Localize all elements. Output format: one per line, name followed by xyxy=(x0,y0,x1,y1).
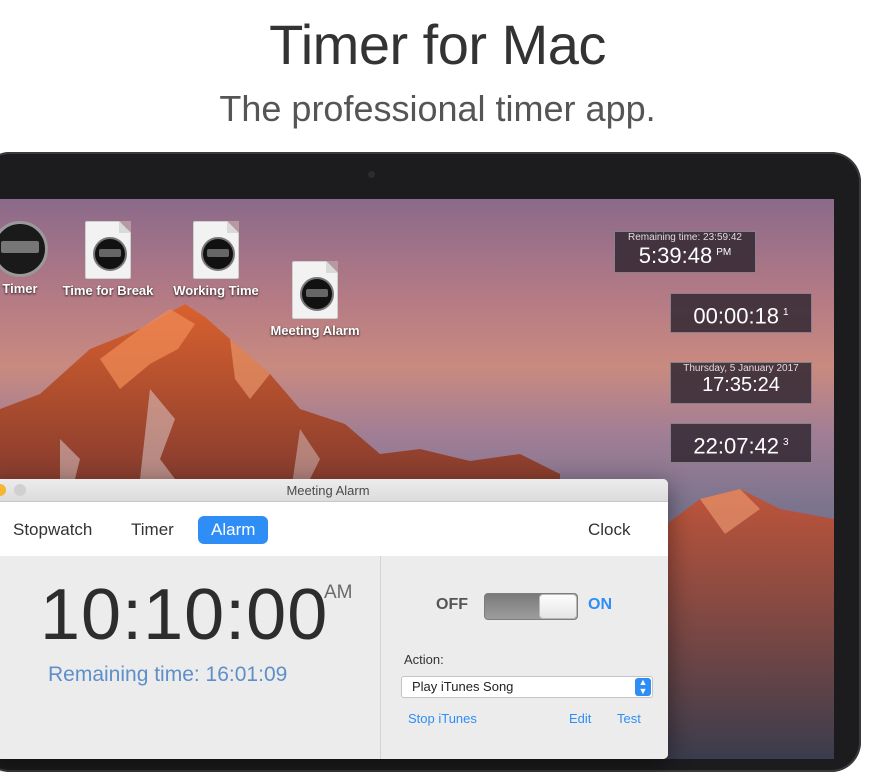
page-title: Timer for Mac xyxy=(269,13,606,76)
timer-suffix: 3 xyxy=(783,437,789,448)
floating-timer-clock[interactable]: Thursday, 5 January 2017 17:35:24 xyxy=(670,362,812,404)
desktop-icon-label: Meeting Alarm xyxy=(270,323,360,338)
remaining-time: Remaining time: 16:01:09 xyxy=(48,663,288,686)
toggle-off-label: OFF xyxy=(436,596,468,613)
alarm-toggle[interactable] xyxy=(484,593,578,620)
toggle-knob[interactable] xyxy=(539,594,577,619)
tab-alarm[interactable]: Alarm xyxy=(198,516,269,544)
timer-time: 00:00:18 xyxy=(693,303,780,329)
camera-icon xyxy=(368,171,375,178)
tab-stopwatch[interactable]: Stopwatch xyxy=(0,516,105,544)
window-title: Meeting Alarm xyxy=(286,483,370,498)
tab-clock[interactable]: Clock xyxy=(575,516,644,544)
edit-link[interactable]: Edit xyxy=(569,711,591,726)
window-titlebar: Meeting Alarm xyxy=(0,479,668,502)
timer-caption: Remaining time: 23:59:42 xyxy=(628,232,742,243)
stop-itunes-link[interactable]: Stop iTunes xyxy=(408,711,477,726)
floating-timer-countdown[interactable]: Remaining time: 23:59:42 5:39:48 PM xyxy=(614,231,756,273)
desktop-icon-label: Working Time xyxy=(173,283,259,298)
app-window: Meeting Alarm Stopwatch Timer Alarm Cloc… xyxy=(0,479,668,759)
desktop-icon-label: Time for Break xyxy=(62,283,154,298)
timer-time: 22:07:42 xyxy=(693,433,780,459)
timer-time: 17:35:24 xyxy=(702,374,780,396)
action-select[interactable]: Play iTunes Song ▲ ▼ xyxy=(401,676,653,698)
test-link[interactable]: Test xyxy=(617,711,641,726)
action-select-value: Play iTunes Song xyxy=(412,679,514,694)
document-clock-icon xyxy=(85,221,131,279)
alarm-controls: OFF ON Action: Play iTunes Song ▲ ▼ Stop … xyxy=(380,556,668,759)
clock-icon xyxy=(0,221,48,277)
floating-timer-stopwatch[interactable]: 00:00:18 1 xyxy=(670,293,812,333)
toggle-on-label: ON xyxy=(588,596,612,613)
action-label: Action: xyxy=(404,652,444,667)
alarm-time[interactable]: 10:10:00 xyxy=(40,574,328,656)
chevron-updown-icon: ▲ ▼ xyxy=(635,678,651,696)
timer-suffix: 1 xyxy=(783,307,789,318)
timer-suffix: PM xyxy=(716,246,732,258)
alarm-ampm: AM xyxy=(324,582,353,603)
timer-time: 5:39:48 xyxy=(638,243,713,268)
desktop-icon-time-for-break[interactable]: Time for Break xyxy=(58,221,158,298)
timer-caption: Thursday, 5 January 2017 xyxy=(683,363,799,374)
tab-bar: Stopwatch Timer Alarm Clock xyxy=(0,502,668,557)
floating-timer-third[interactable]: 22:07:42 3 xyxy=(670,423,812,463)
desktop-icon-working-time[interactable]: Working Time xyxy=(166,221,266,298)
desktop-icon-meeting-alarm[interactable]: Meeting Alarm xyxy=(265,261,365,338)
document-clock-icon xyxy=(193,221,239,279)
tab-timer[interactable]: Timer xyxy=(118,516,187,544)
page-subtitle: The professional timer app. xyxy=(219,88,656,129)
document-clock-icon xyxy=(292,261,338,319)
alarm-display: 10:10:00 AM Remaining time: 16:01:09 xyxy=(0,556,380,759)
